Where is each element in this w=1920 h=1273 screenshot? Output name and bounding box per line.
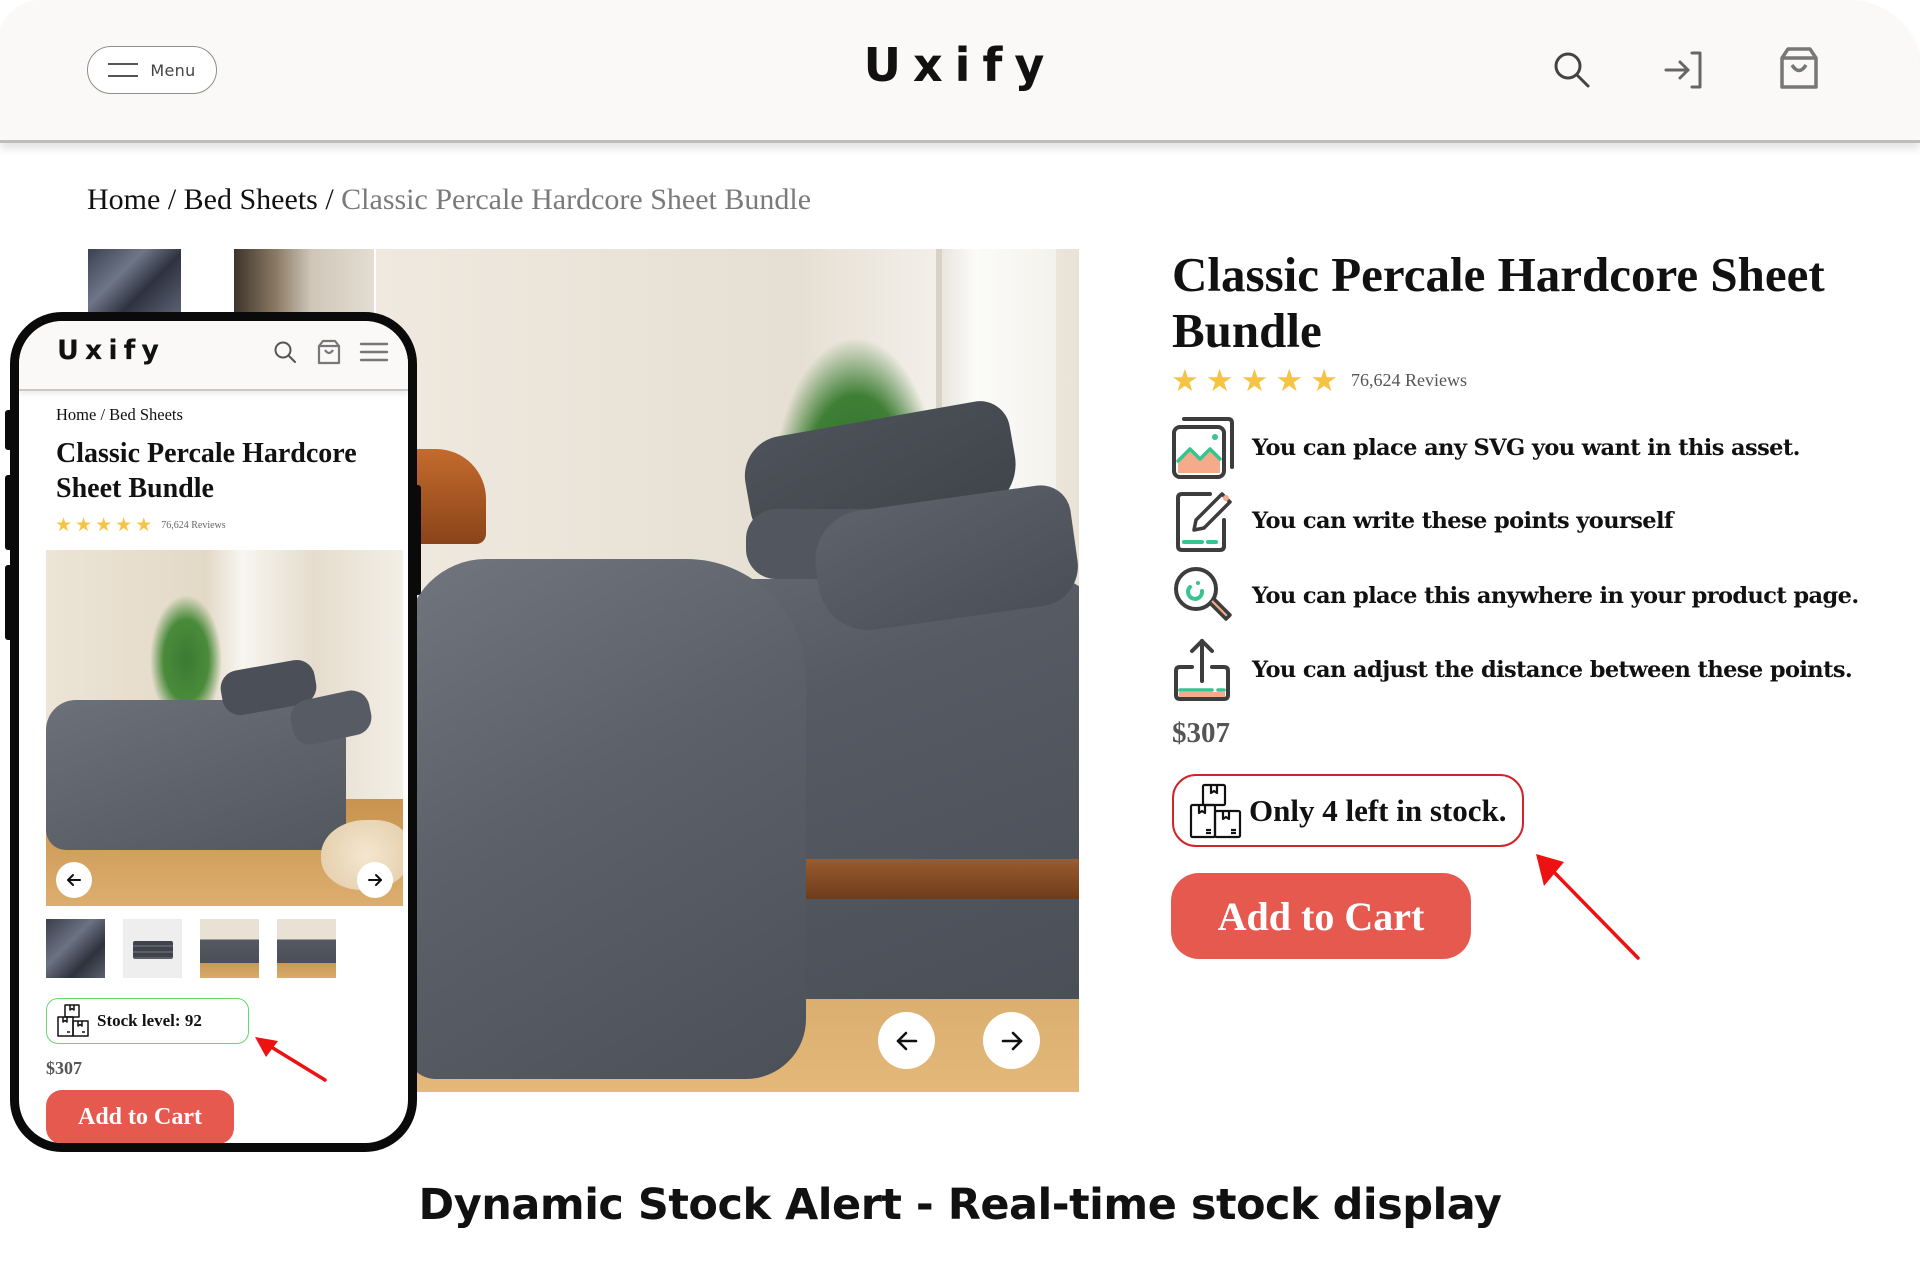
boxes-icon xyxy=(1189,783,1242,838)
arrow-right-icon xyxy=(1001,1031,1022,1050)
breadcrumb-separator: / xyxy=(160,183,184,216)
mobile-price: $307 xyxy=(46,1058,82,1078)
upload-share-icon xyxy=(1170,637,1236,703)
mobile-review-count[interactable]: 76,624 Reviews xyxy=(161,520,225,531)
search-magnifier-icon xyxy=(1170,563,1236,629)
mobile-gallery-next-button[interactable] xyxy=(357,862,393,898)
image-gallery-icon xyxy=(1170,415,1236,481)
mobile-product-title: Classic Percale Hardcore Sheet Bundle xyxy=(56,438,357,504)
mobile-gallery-prev-button[interactable] xyxy=(56,862,92,898)
arrow-right-icon xyxy=(368,874,382,886)
login-icon[interactable] xyxy=(1662,48,1706,92)
hamburger-menu-icon[interactable] xyxy=(359,339,389,365)
stock-alert-badge: Only 4 left in stock. xyxy=(1172,774,1524,847)
mobile-thumbnail[interactable] xyxy=(123,919,182,978)
add-to-cart-button[interactable]: Add to Cart xyxy=(1171,873,1471,959)
boxes-icon xyxy=(57,1004,89,1037)
star-icon: ★ xyxy=(95,515,113,536)
gallery-next-button[interactable] xyxy=(983,1012,1040,1069)
shopping-bag-icon[interactable] xyxy=(1776,46,1822,92)
search-icon[interactable] xyxy=(272,339,298,365)
photo-duvet xyxy=(406,559,806,1079)
feature-text: You can place this anywhere in your prod… xyxy=(1252,583,1859,609)
feature-text: You can adjust the distance between thes… xyxy=(1252,657,1853,683)
mobile-product-image xyxy=(46,550,403,906)
breadcrumb: Home / Bed Sheets / Classic Percale Hard… xyxy=(87,183,811,217)
mobile-preview: Uxify Home / Bed Sheets Classic Percale … xyxy=(10,312,417,1152)
product-title: Classic Percale Hardcore Sheet Bundle xyxy=(1172,247,1825,358)
search-icon[interactable] xyxy=(1550,48,1594,92)
gallery-thumbnail-2[interactable] xyxy=(234,249,374,319)
mobile-logo[interactable]: Uxify xyxy=(57,335,165,366)
gallery-prev-button[interactable] xyxy=(878,1012,935,1069)
star-icon: ★ xyxy=(1240,363,1269,398)
feature-text: You can write these points yourself xyxy=(1252,508,1674,534)
edit-document-icon xyxy=(1170,488,1236,554)
gallery-thumbnail-1[interactable] xyxy=(88,249,181,319)
stock-alert-text: Only 4 left in stock. xyxy=(1249,792,1507,828)
breadcrumb-home[interactable]: Home xyxy=(87,183,160,216)
review-count[interactable]: 76,624 Reviews xyxy=(1351,370,1467,391)
shopping-bag-icon[interactable] xyxy=(316,339,342,365)
mobile-breadcrumb[interactable]: Home / Bed Sheets xyxy=(56,405,183,425)
feature-item: You can write these points yourself xyxy=(1170,489,1910,553)
feature-item: You can place this anywhere in your prod… xyxy=(1170,564,1910,628)
star-icon: ★ xyxy=(115,515,133,536)
mobile-header: Uxify xyxy=(19,321,408,391)
annotation-arrow-icon xyxy=(1536,854,1640,960)
mobile-stock-level-badge: Stock level: 92 xyxy=(46,998,249,1044)
star-icon: ★ xyxy=(135,515,153,536)
arrow-left-icon xyxy=(896,1031,917,1050)
photo-bedframe xyxy=(796,859,1079,899)
mobile-stock-level-text: Stock level: 92 xyxy=(97,1011,202,1030)
breadcrumb-separator: / xyxy=(317,183,342,216)
product-main-image xyxy=(376,249,1079,1092)
star-icon: ★ xyxy=(1171,363,1199,398)
caption-title: Dynamic Stock Alert - Real-time stock di… xyxy=(418,1180,1502,1230)
site-header: Menu Uxify xyxy=(0,0,1920,143)
product-rating: ★ ★ ★ ★ ★ 76,624 Reviews xyxy=(1171,365,1467,396)
star-icon: ★ xyxy=(1275,363,1304,398)
feature-item: You can adjust the distance between thes… xyxy=(1170,638,1910,702)
mobile-thumbnail-strip xyxy=(46,919,336,978)
feature-item: You can place any SVG you want in this a… xyxy=(1170,416,1910,480)
star-icon: ★ xyxy=(1205,363,1234,398)
arrow-left-icon xyxy=(67,874,81,886)
breadcrumb-bed-sheets[interactable]: Bed Sheets xyxy=(184,183,318,216)
product-price: $307 xyxy=(1172,717,1230,749)
feature-text: You can place any SVG you want in this a… xyxy=(1252,435,1800,461)
mobile-thumbnail[interactable] xyxy=(46,919,105,978)
mobile-thumbnail[interactable] xyxy=(277,919,336,978)
star-icon: ★ xyxy=(1310,363,1338,398)
mobile-rating: ★ ★ ★ ★ ★ 76,624 Reviews xyxy=(55,516,226,535)
breadcrumb-current: Classic Percale Hardcore Sheet Bundle xyxy=(341,183,812,216)
star-icon: ★ xyxy=(55,515,73,536)
star-icon: ★ xyxy=(75,515,93,536)
site-logo[interactable]: Uxify xyxy=(0,38,1920,92)
mobile-thumbnail[interactable] xyxy=(200,919,259,978)
mobile-add-to-cart-button[interactable]: Add to Cart xyxy=(46,1090,234,1143)
